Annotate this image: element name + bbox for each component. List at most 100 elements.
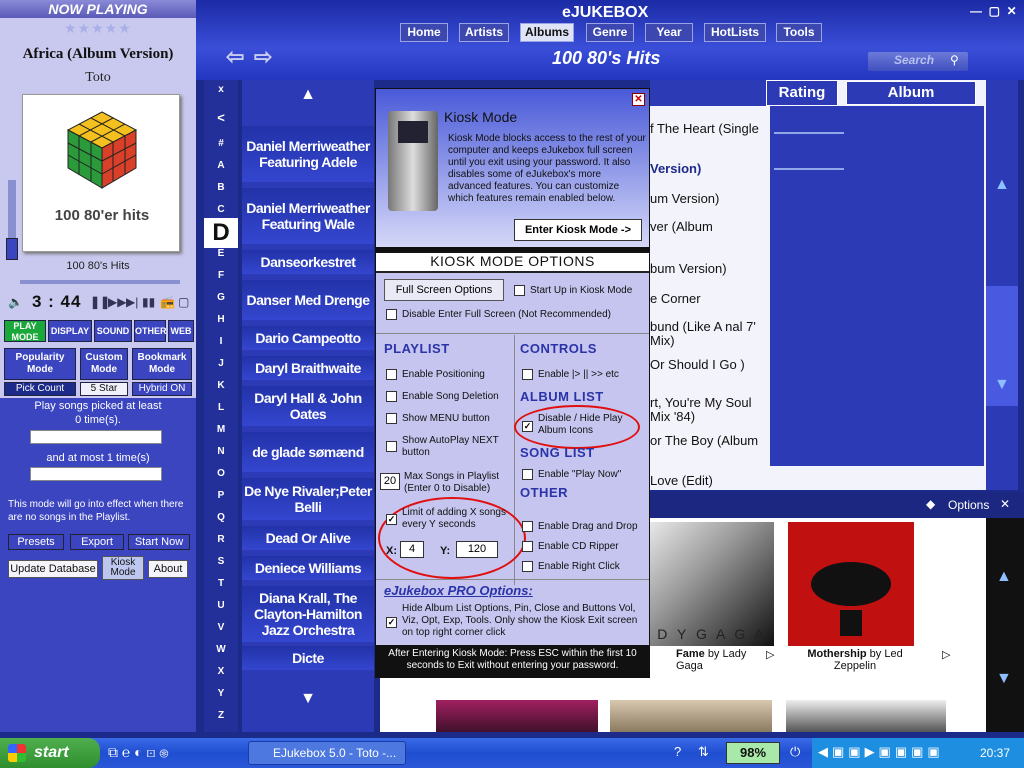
tab-play-mode[interactable]: PLAY MODE [4, 320, 46, 342]
help-icon[interactable]: ? [674, 744, 681, 759]
album-cover[interactable] [786, 700, 946, 732]
tab-tools[interactable]: Tools [776, 23, 822, 42]
show-menu-checkbox[interactable] [386, 413, 397, 424]
letter-y[interactable]: Y [204, 688, 238, 699]
scroll-down-icon[interactable]: ▼ [996, 670, 1012, 688]
taskbar-item-ejukebox[interactable]: EJukebox 5.0 - Toto -... [248, 741, 406, 765]
x-input[interactable]: 4 [400, 541, 424, 558]
letter-z[interactable]: Z [204, 710, 238, 721]
diamond-icon[interactable]: ◆ [926, 497, 935, 511]
tray-icons[interactable]: ◀▣▣▶▣▣▣▣ [818, 744, 944, 760]
search-icon[interactable]: ⚲ [950, 53, 959, 67]
start-up-kiosk-checkbox[interactable] [514, 285, 525, 296]
dialog-close-icon[interactable]: ✕ [632, 93, 645, 106]
song-row[interactable]: Love (Edit) [650, 474, 770, 488]
letter-m[interactable]: M [204, 424, 238, 435]
song-row[interactable]: Version) [650, 162, 770, 176]
song-row[interactable]: ver (Album [650, 220, 770, 234]
custom-mode-button[interactable]: Custom Mode [80, 348, 128, 380]
scroll-up-icon[interactable]: ▲ [996, 568, 1012, 586]
back-arrow-icon[interactable]: ⇦ [226, 44, 244, 70]
artist-item[interactable]: Dicte [242, 646, 374, 670]
letter-x[interactable]: X [204, 666, 238, 677]
letter-h[interactable]: H [204, 314, 238, 325]
speaker-icon[interactable]: 🔈 [8, 295, 23, 309]
start-now-button[interactable]: Start Now [128, 534, 190, 550]
artist-item[interactable]: Danser Med Drenge [242, 280, 374, 320]
album-cover[interactable]: 100 80'er hits [22, 94, 180, 252]
limit-adding-checkbox[interactable]: ✓ [386, 514, 397, 525]
letter-u[interactable]: U [204, 600, 238, 611]
chevron-right-icon[interactable]: ▷ [766, 648, 774, 661]
enable-cd-ripper-checkbox[interactable] [522, 541, 533, 552]
update-database-button[interactable]: Update Database [8, 560, 98, 578]
artist-item[interactable]: Daniel Merriweather Featuring Adele [242, 126, 374, 182]
kiosk-mode-button[interactable]: Kiosk Mode [102, 556, 144, 580]
enter-kiosk-button[interactable]: Enter Kiosk Mode -> [514, 219, 642, 241]
tab-year[interactable]: Year [645, 23, 693, 42]
power-icon[interactable]: ⏻ [790, 744, 800, 760]
next-icon[interactable]: ▶▶ [108, 295, 126, 309]
full-screen-options-button[interactable]: Full Screen Options [384, 279, 504, 301]
letter-q[interactable]: Q [204, 512, 238, 523]
enable-drag-drop-checkbox[interactable] [522, 521, 533, 532]
quick-launch-icons[interactable]: ⧉ ℮ ◐ ⊡ ⊛ [108, 744, 168, 761]
song-row[interactable]: Or Should I Go ) [650, 358, 770, 372]
album-cover[interactable] [610, 700, 772, 732]
y-input[interactable]: 120 [456, 541, 498, 558]
letter-e[interactable]: E [204, 248, 238, 259]
bookmark-mode-button[interactable]: Bookmark Mode [132, 348, 192, 380]
song-row[interactable]: f The Heart (Single [650, 122, 770, 136]
min-count-slider[interactable] [30, 430, 162, 444]
search-input[interactable]: Search [894, 53, 934, 67]
export-button[interactable]: Export [70, 534, 124, 550]
artist-item[interactable]: Daniel Merriweather Featuring Wale [242, 188, 374, 244]
album-scrollbar[interactable]: ▲ ▼ [986, 518, 1024, 732]
forward-icon[interactable]: ▶| [126, 295, 138, 309]
tab-home[interactable]: Home [400, 23, 448, 42]
about-button[interactable]: About [148, 560, 188, 578]
letter-j[interactable]: J [204, 358, 238, 369]
disable-hide-icons-checkbox[interactable]: ✓ [522, 421, 533, 432]
letter-c[interactable]: C [204, 204, 238, 215]
letter-w[interactable]: W [204, 644, 238, 655]
scroll-up-icon[interactable]: ▲ [242, 86, 374, 104]
pro-options-checkbox[interactable]: ✓ [386, 617, 397, 628]
pick-count-tab[interactable]: Pick Count [4, 382, 76, 396]
song-row[interactable]: um Version) [650, 192, 770, 206]
radio-icon[interactable]: 📻 [160, 295, 175, 309]
window-icon[interactable]: ▢ [178, 295, 189, 309]
letter-f[interactable]: F [204, 270, 238, 281]
battery-indicator[interactable]: 98% [726, 742, 780, 764]
presets-button[interactable]: Presets [8, 534, 64, 550]
options-button[interactable]: Options [948, 498, 989, 512]
disable-full-screen-checkbox[interactable] [386, 309, 397, 320]
letter-t[interactable]: T [204, 578, 238, 589]
album-caption-fame[interactable]: Fame by Lady Gaga [676, 648, 776, 672]
close-letter-icon[interactable]: x [204, 84, 238, 95]
artist-item[interactable]: Danseorkestret [242, 250, 374, 274]
letter-l[interactable]: L [204, 402, 238, 413]
album-cover[interactable] [436, 700, 598, 732]
letter-g[interactable]: G [204, 292, 238, 303]
letter-k[interactable]: K [204, 380, 238, 391]
album-cover-fame[interactable]: D Y G A G A [650, 522, 774, 646]
letter-hash[interactable]: # [204, 138, 238, 149]
letter-s[interactable]: S [204, 556, 238, 567]
chevron-right-icon[interactable]: ▷ [942, 648, 950, 661]
album-cover-mothership[interactable] [788, 522, 914, 646]
song-row[interactable]: rt, You're My Soul Mix '84) [650, 396, 770, 424]
letter-r[interactable]: R [204, 534, 238, 545]
rating-column-header[interactable]: Rating [766, 80, 838, 106]
close-icon[interactable]: ✕ [1000, 497, 1010, 511]
search-box[interactable]: Search ⚲ [868, 52, 968, 71]
letter-o[interactable]: O [204, 468, 238, 479]
tab-genre[interactable]: Genre [586, 23, 634, 42]
volume-handle[interactable] [6, 238, 18, 260]
list-scrollbar[interactable]: ▲ ▼ [986, 80, 1018, 490]
letter-b[interactable]: B [204, 182, 238, 193]
enable-positioning-checkbox[interactable] [386, 369, 397, 380]
letter-p[interactable]: P [204, 490, 238, 501]
network-icon[interactable]: ⇅ [698, 744, 709, 760]
artist-item[interactable]: Daryl Hall & John Oates [242, 386, 374, 426]
